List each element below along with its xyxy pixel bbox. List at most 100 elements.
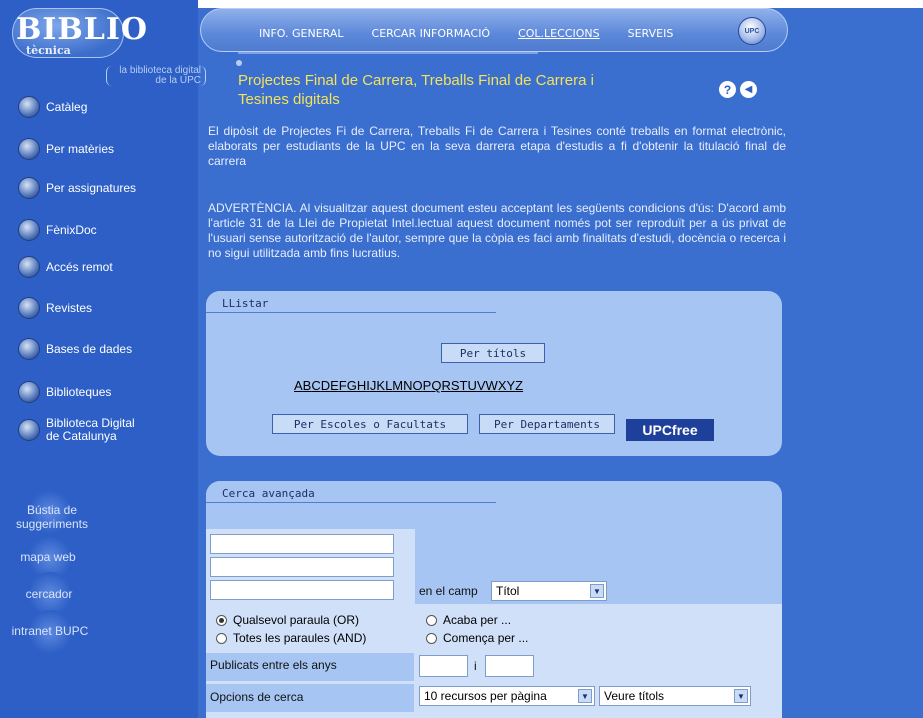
field-select[interactable]: Títol ▼: [491, 581, 607, 601]
bullet-icon: [18, 381, 40, 403]
year-from-input[interactable]: [419, 655, 468, 677]
sidebar-link-intranet[interactable]: intranet BUPC: [10, 624, 90, 638]
logo-subtitle: tècnica: [26, 44, 71, 57]
sidebar-item-biblioteques[interactable]: Biblioteques: [18, 381, 111, 403]
letter-link[interactable]: S: [451, 378, 460, 393]
radio-acaba[interactable]: Acaba per ...: [426, 613, 511, 627]
radio-comenca[interactable]: Comença per ...: [426, 631, 528, 645]
per-departaments-button[interactable]: Per Departaments: [479, 414, 615, 434]
bullet-icon: [18, 297, 40, 319]
per-pagina-select[interactable]: 10 recursos per pàgina ▼: [419, 686, 595, 706]
letter-link[interactable]: U: [467, 378, 476, 393]
label-line-2: de Catalunya: [46, 429, 117, 443]
letter-link[interactable]: Q: [431, 378, 441, 393]
label-line-1: Biblioteca Digital: [46, 416, 135, 430]
chevron-down-icon: ▼: [590, 584, 604, 598]
help-icon[interactable]: ?: [719, 81, 736, 98]
sidebar-item-materies[interactable]: Per matèries: [18, 138, 114, 160]
letter-link[interactable]: V: [477, 378, 486, 393]
warning-text: ADVERTÈNCIA. Al visualitzar aquest docum…: [208, 201, 786, 260]
veure-select[interactable]: Veure títols ▼: [599, 686, 751, 706]
cerca-form: en el camp Títol ▼ Qualsevol paraula (OR…: [206, 529, 782, 718]
sidebar-link-mapa-web[interactable]: mapa web: [18, 550, 78, 564]
letter-link[interactable]: K: [376, 378, 385, 393]
letter-link[interactable]: Z: [515, 378, 523, 393]
letter-link[interactable]: E: [330, 378, 339, 393]
letter-link[interactable]: A: [294, 378, 303, 393]
sidebar-item-fenixdoc[interactable]: FènixDoc: [18, 219, 97, 241]
letter-link[interactable]: O: [413, 378, 423, 393]
back-arrow-icon[interactable]: ◀: [740, 81, 757, 98]
sidebar-item-bases-dades[interactable]: Bases de dades: [18, 338, 132, 360]
letter-link[interactable]: X: [498, 378, 507, 393]
llistar-panel: LListar Per títols A B C D E F G H I J K…: [206, 291, 782, 456]
radio-or[interactable]: Qualsevol paraula (OR): [216, 613, 359, 627]
per-escoles-button[interactable]: Per Escoles o Facultats: [272, 414, 468, 434]
letter-link[interactable]: W: [486, 378, 498, 393]
chevron-down-icon: ▼: [578, 689, 592, 703]
bullet-icon: [18, 419, 40, 441]
letter-link[interactable]: M: [392, 378, 403, 393]
year-separator: i: [474, 659, 477, 673]
letter-link[interactable]: B: [303, 378, 312, 393]
sidebar-item-label: Catàleg: [46, 99, 88, 114]
letter-link[interactable]: Y: [506, 378, 515, 393]
sidebar-link-bustia[interactable]: Bústia de suggeriments: [12, 503, 92, 531]
tagline: la biblioteca digital de la UPC: [106, 66, 206, 86]
radio-circle-icon: [216, 614, 227, 626]
intro-text: El dipòsit de Projectes Fi de Carrera, T…: [208, 124, 786, 168]
llistar-heading: LListar: [222, 297, 269, 310]
radio-comenca-label: Comença per ...: [443, 631, 529, 645]
letter-link[interactable]: L: [385, 378, 392, 393]
radio-acaba-label: Acaba per ...: [443, 613, 512, 627]
field-label: en el camp: [419, 584, 478, 598]
per-pagina-value: 10 recursos per pàgina: [424, 689, 547, 703]
sidebar-item-revistes[interactable]: Revistes: [18, 297, 92, 319]
menu-info-general[interactable]: INFO. GENERAL: [259, 27, 344, 40]
sidebar-item-assignatures[interactable]: Per assignatures: [18, 177, 136, 199]
search-term-2-input[interactable]: [210, 557, 394, 577]
radio-or-label: Qualsevol paraula (OR): [233, 613, 360, 627]
header-menu-bar: INFO. GENERAL CERCAR INFORMACIÓ COL.LECC…: [200, 8, 788, 52]
sidebar-item-label: FènixDoc: [46, 222, 97, 237]
menu-colleccions[interactable]: COL.LECCIONS: [518, 27, 600, 40]
sidebar-item-acces-remot[interactable]: Accés remot: [18, 256, 113, 278]
search-term-3-input[interactable]: [210, 580, 394, 600]
letter-link[interactable]: F: [339, 378, 347, 393]
sidebar-item-label: Per matèries: [46, 141, 115, 156]
menu-cercar-informacio[interactable]: CERCAR INFORMACIÓ: [372, 27, 491, 40]
sidebar-item-label: Revistes: [46, 300, 93, 315]
letter-link[interactable]: C: [311, 378, 320, 393]
per-titols-button[interactable]: Per títols: [441, 343, 545, 363]
page-title: Projectes Final de Carrera, Treballs Fin…: [238, 71, 658, 109]
letter-link[interactable]: P: [423, 378, 432, 393]
sidebar-item-label: Accés remot: [46, 259, 113, 274]
grid-badge-text: UPC: [744, 27, 760, 35]
radio-and[interactable]: Totes les paraules (AND): [216, 631, 366, 645]
bullet-icon: [18, 177, 40, 199]
radio-circle-icon: [216, 632, 227, 644]
sidebar-item-label: Biblioteques: [46, 384, 112, 399]
year-to-input[interactable]: [485, 655, 534, 677]
upc-grid-icon[interactable]: UPC: [738, 17, 766, 45]
cerca-heading: Cerca avançada: [222, 487, 315, 500]
upcfree-button[interactable]: UPCfree: [626, 419, 714, 441]
search-term-1-input[interactable]: [210, 534, 394, 554]
chevron-down-icon: ▼: [734, 689, 748, 703]
title-line-1: Projectes Final de Carrera, Treballs Fin…: [238, 72, 594, 89]
sidebar-item-label: Bases de dades: [46, 341, 133, 356]
sidebar-item-label: Per assignatures: [46, 180, 137, 195]
sidebar-item-biblioteca-digital[interactable]: Biblioteca Digital de Catalunya: [18, 417, 135, 443]
letter-link[interactable]: H: [357, 378, 366, 393]
letter-link[interactable]: G: [347, 378, 357, 393]
sidebar-link-cercador[interactable]: cercador: [24, 587, 74, 601]
letter-link[interactable]: T: [460, 378, 468, 393]
letter-link[interactable]: R: [441, 378, 450, 393]
veure-value: Veure títols: [604, 689, 665, 703]
menu-serveis[interactable]: SERVEIS: [628, 27, 674, 40]
letter-link[interactable]: N: [403, 378, 412, 393]
sidebar-item-cataleg[interactable]: Catàleg: [18, 96, 87, 118]
bullet-icon: [18, 96, 40, 118]
alphabet-links: A B C D E F G H I J K L M N O P Q R S T …: [294, 378, 523, 393]
letter-link[interactable]: D: [321, 378, 330, 393]
